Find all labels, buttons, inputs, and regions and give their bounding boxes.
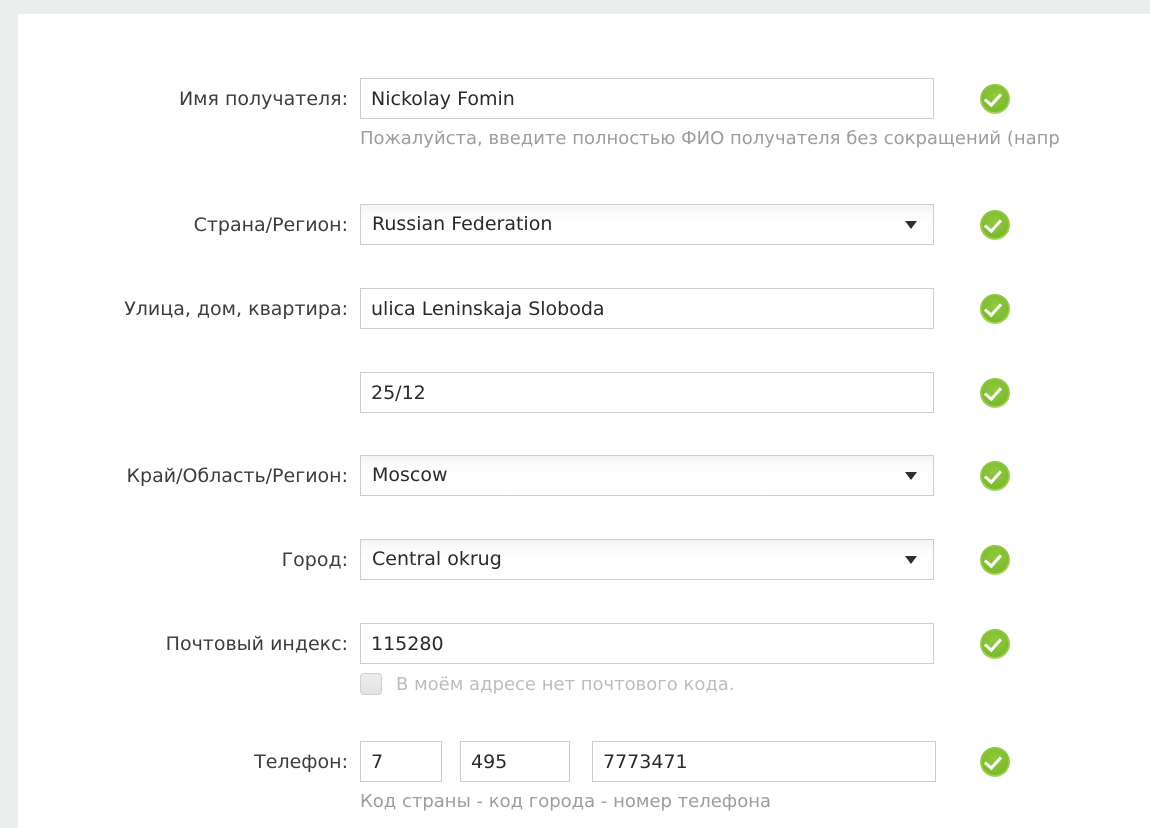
no-postal-code-checkbox-row[interactable]: В моём адресе нет почтового кода. — [360, 673, 735, 695]
field-postal-code — [360, 623, 934, 664]
recipient-name-input[interactable] — [360, 78, 934, 119]
chevron-down-icon-country[interactable] — [905, 221, 917, 229]
chevron-down-icon-state[interactable] — [905, 472, 917, 480]
phone-country-code-input[interactable] — [360, 741, 442, 782]
postal-code-input[interactable] — [360, 623, 934, 664]
green-check-icon-postal-code — [980, 629, 1010, 659]
state-region-select[interactable]: Moscow — [360, 455, 934, 496]
field-phone-group — [360, 741, 936, 782]
hint-recipient-name: Пожалуйста, введите полностью ФИО получа… — [360, 128, 1060, 149]
label-country-region: Страна/Регион: — [193, 214, 348, 236]
street-address-line1-input[interactable] — [360, 288, 934, 329]
city-value: Central okrug — [372, 548, 502, 570]
field-country-region: Russian Federation — [360, 204, 934, 245]
city-select[interactable]: Central okrug — [360, 539, 934, 580]
label-city: Город: — [281, 549, 348, 571]
field-street-line1 — [360, 288, 934, 329]
hint-phone: Код страны - код города - номер телефона — [360, 791, 772, 812]
label-postal-code: Почтовый индекс: — [165, 633, 348, 655]
label-phone: Телефон: — [254, 751, 348, 773]
country-region-select[interactable]: Russian Federation — [360, 204, 934, 245]
green-check-icon-street-line2 — [980, 378, 1010, 408]
green-check-icon-street-line1 — [980, 294, 1010, 324]
phone-number-input[interactable] — [592, 741, 936, 782]
field-street-line2 — [360, 372, 934, 413]
chevron-down-icon-city[interactable] — [905, 556, 917, 564]
field-city: Central okrug — [360, 539, 934, 580]
checkbox-icon-no-postal-code[interactable] — [360, 673, 382, 695]
green-check-icon-recipient-name — [980, 84, 1010, 114]
green-check-icon-state-region — [980, 461, 1010, 491]
label-state-region: Край/Область/Регион: — [126, 465, 348, 487]
country-region-value: Russian Federation — [372, 213, 553, 235]
address-form-page: Имя получателя: Пожалуйста, введите полн… — [18, 14, 1150, 828]
label-street-address: Улица, дом, квартира: — [124, 298, 348, 320]
green-check-icon-city — [980, 545, 1010, 575]
green-check-icon-country-region — [980, 210, 1010, 240]
field-recipient-name — [360, 78, 934, 119]
street-address-line2-input[interactable] — [360, 372, 934, 413]
green-check-icon-phone — [980, 747, 1010, 777]
label-recipient-name: Имя получателя: — [178, 88, 348, 110]
phone-area-code-input[interactable] — [460, 741, 570, 782]
field-state-region: Moscow — [360, 455, 934, 496]
no-postal-code-label: В моём адресе нет почтового кода. — [396, 673, 735, 695]
state-region-value: Moscow — [372, 464, 448, 486]
